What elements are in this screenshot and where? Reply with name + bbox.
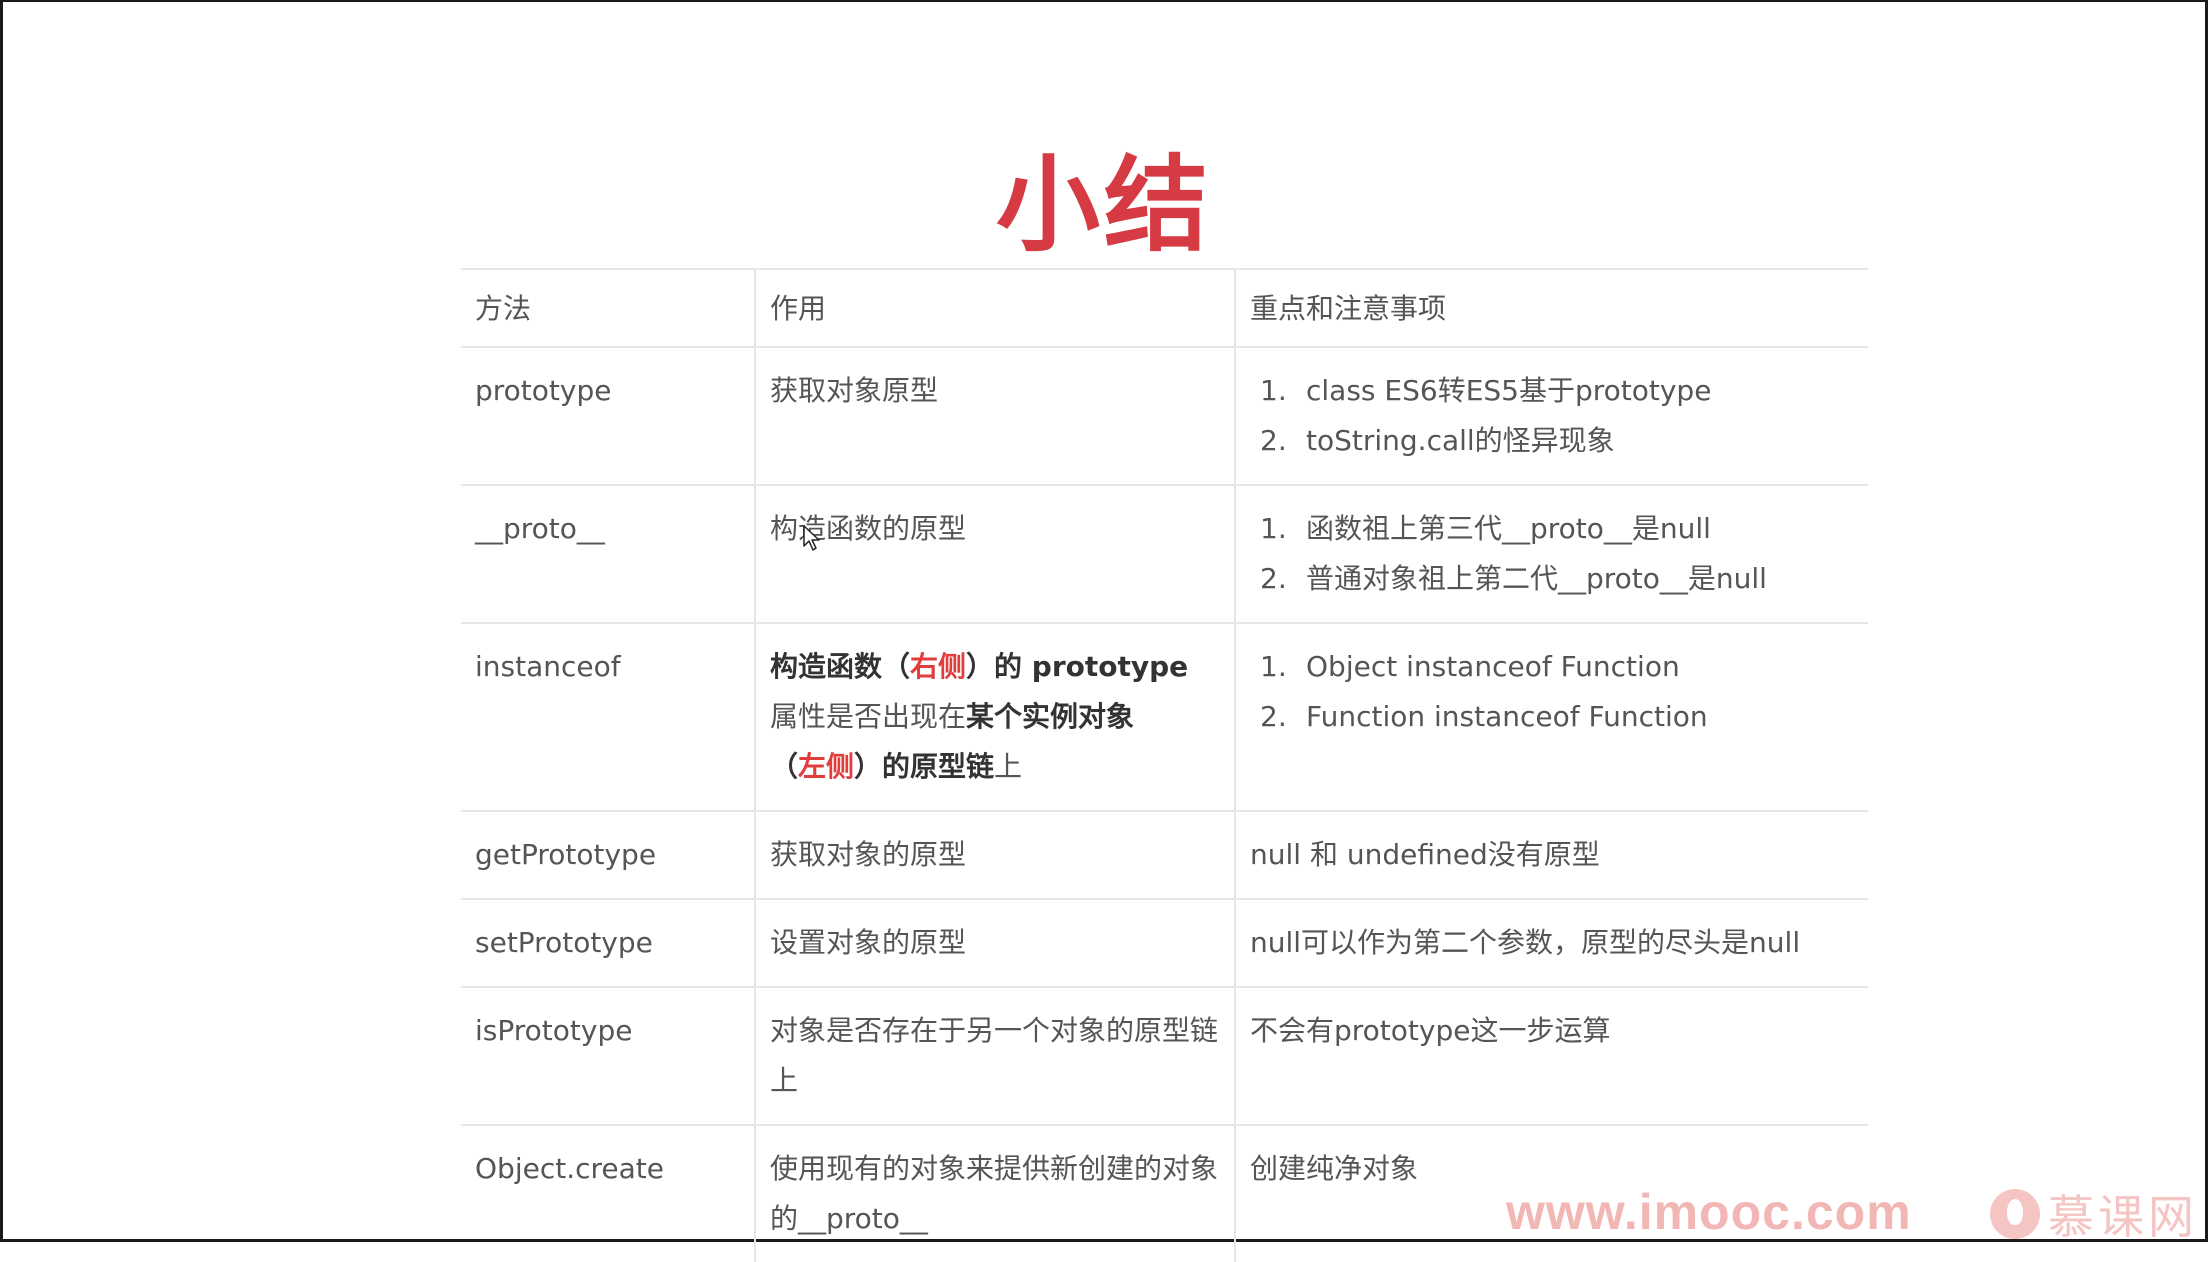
- notes-list: 1. Object instanceof Function 2. Function …: [1250, 642, 1854, 742]
- list-text: toString.call的怪异现象: [1306, 424, 1615, 457]
- purpose-text: 属性是否出现在: [770, 700, 967, 733]
- list-text: Object instanceof Function: [1306, 650, 1680, 683]
- table-row: isPrototype 对象是否存在于另一个对象的原型链上 不会有prototy…: [461, 987, 1868, 1125]
- purpose-bold-text: ）的 prototype: [966, 650, 1189, 683]
- cell-method: prototype: [475, 374, 612, 407]
- list-number: 2.: [1260, 562, 1287, 595]
- cell-method: isPrototype: [475, 1014, 633, 1047]
- purpose-bold-text: （: [770, 750, 799, 783]
- table-row: getPrototype 获取对象的原型 null 和 undefined没有原…: [461, 811, 1868, 899]
- list-number: 1.: [1260, 512, 1287, 545]
- watermark-url: www.imooc.com: [1506, 1184, 1912, 1240]
- watermark-brand: 慕课网: [2048, 1190, 2198, 1244]
- slide-title: 小结: [995, 144, 1212, 266]
- cell-purpose: 对象是否存在于另一个对象的原型链上: [754, 987, 1235, 1125]
- table-row: setPrototype 设置对象的原型 null可以作为第二个参数，原型的尽头…: [461, 899, 1868, 987]
- list-number: 2.: [1260, 700, 1287, 733]
- header-method: 方法: [475, 292, 532, 325]
- table-row: instanceof 构造函数（右侧）的 prototype 属性是否出现在某个实…: [461, 623, 1868, 811]
- list-number: 2.: [1260, 424, 1287, 457]
- list-text: class ES6转ES5基于prototype: [1306, 374, 1712, 407]
- table-row: __proto__ 构造函数的原型 1. 函数祖上第三代__proto__是nul…: [461, 485, 1868, 623]
- mouse-cursor-icon: [803, 525, 820, 551]
- purpose-highlight-left: 左侧: [798, 750, 855, 783]
- cell-notes: null可以作为第二个参数，原型的尽头是null: [1234, 899, 1868, 987]
- flame-logo-icon: [1990, 1189, 2040, 1239]
- list-item: 2. Function instanceof Function: [1250, 692, 1854, 742]
- cell-method: getPrototype: [475, 838, 657, 871]
- purpose-bold-text: 构造函数（: [770, 650, 911, 683]
- cell-notes: 1. class ES6转ES5基于prototype 2. toString.ca…: [1234, 347, 1868, 485]
- purpose-bold-text: 某个实例对象: [966, 700, 1135, 733]
- cell-purpose: 构造函数（右侧）的 prototype 属性是否出现在某个实例对象 （左侧）的原型链…: [754, 623, 1235, 811]
- notes-list: 1. class ES6转ES5基于prototype 2. toString.ca…: [1250, 366, 1854, 466]
- list-number: 1.: [1260, 374, 1287, 407]
- cell-method: setPrototype: [475, 926, 653, 959]
- purpose-text: 上: [994, 750, 1023, 783]
- header-purpose: 作用: [754, 269, 1235, 347]
- list-item: 1. 函数祖上第三代__proto__是null: [1250, 504, 1854, 554]
- watermark-logo: 慕课网: [1990, 1186, 2198, 1244]
- list-item: 2. 普通对象祖上第二代__proto__是null: [1250, 554, 1854, 604]
- list-text: 函数祖上第三代__proto__是null: [1306, 512, 1711, 545]
- table-header-row: 方法 作用 重点和注意事项: [461, 269, 1868, 347]
- cell-method: Object.create: [475, 1152, 664, 1185]
- list-number: 1.: [1260, 650, 1287, 683]
- cell-purpose: 获取对象原型: [754, 347, 1235, 485]
- cell-purpose: 设置对象的原型: [754, 899, 1235, 987]
- cell-purpose: 构造函数的原型: [754, 485, 1235, 623]
- purpose-highlight-right: 右侧: [910, 650, 967, 683]
- list-text: Function instanceof Function: [1306, 700, 1708, 733]
- cell-purpose: 使用现有的对象来提供新创建的对象的__proto__: [754, 1125, 1235, 1262]
- cell-notes: 不会有prototype这一步运算: [1234, 987, 1868, 1125]
- header-notes: 重点和注意事项: [1234, 269, 1868, 347]
- cell-purpose: 获取对象的原型: [754, 811, 1235, 899]
- purpose-bold-text: ）的原型链: [854, 750, 995, 783]
- list-item: 1. class ES6转ES5基于prototype: [1250, 366, 1854, 416]
- cell-method: instanceof: [475, 650, 621, 683]
- cell-method: __proto__: [475, 512, 605, 545]
- cell-notes: 1. Object instanceof Function 2. Function …: [1234, 623, 1868, 811]
- summary-table: 方法 作用 重点和注意事项 prototype 获取对象原型 1. class E…: [461, 268, 1868, 1262]
- cell-notes: 1. 函数祖上第三代__proto__是null 2. 普通对象祖上第二代__pro…: [1234, 485, 1868, 623]
- cell-notes: null 和 undefined没有原型: [1234, 811, 1868, 899]
- list-item: 2. toString.call的怪异现象: [1250, 416, 1854, 466]
- table-row: prototype 获取对象原型 1. class ES6转ES5基于protot…: [461, 347, 1868, 485]
- list-item: 1. Object instanceof Function: [1250, 642, 1854, 692]
- notes-list: 1. 函数祖上第三代__proto__是null 2. 普通对象祖上第二代__pro…: [1250, 504, 1854, 604]
- list-text: 普通对象祖上第二代__proto__是null: [1306, 562, 1767, 595]
